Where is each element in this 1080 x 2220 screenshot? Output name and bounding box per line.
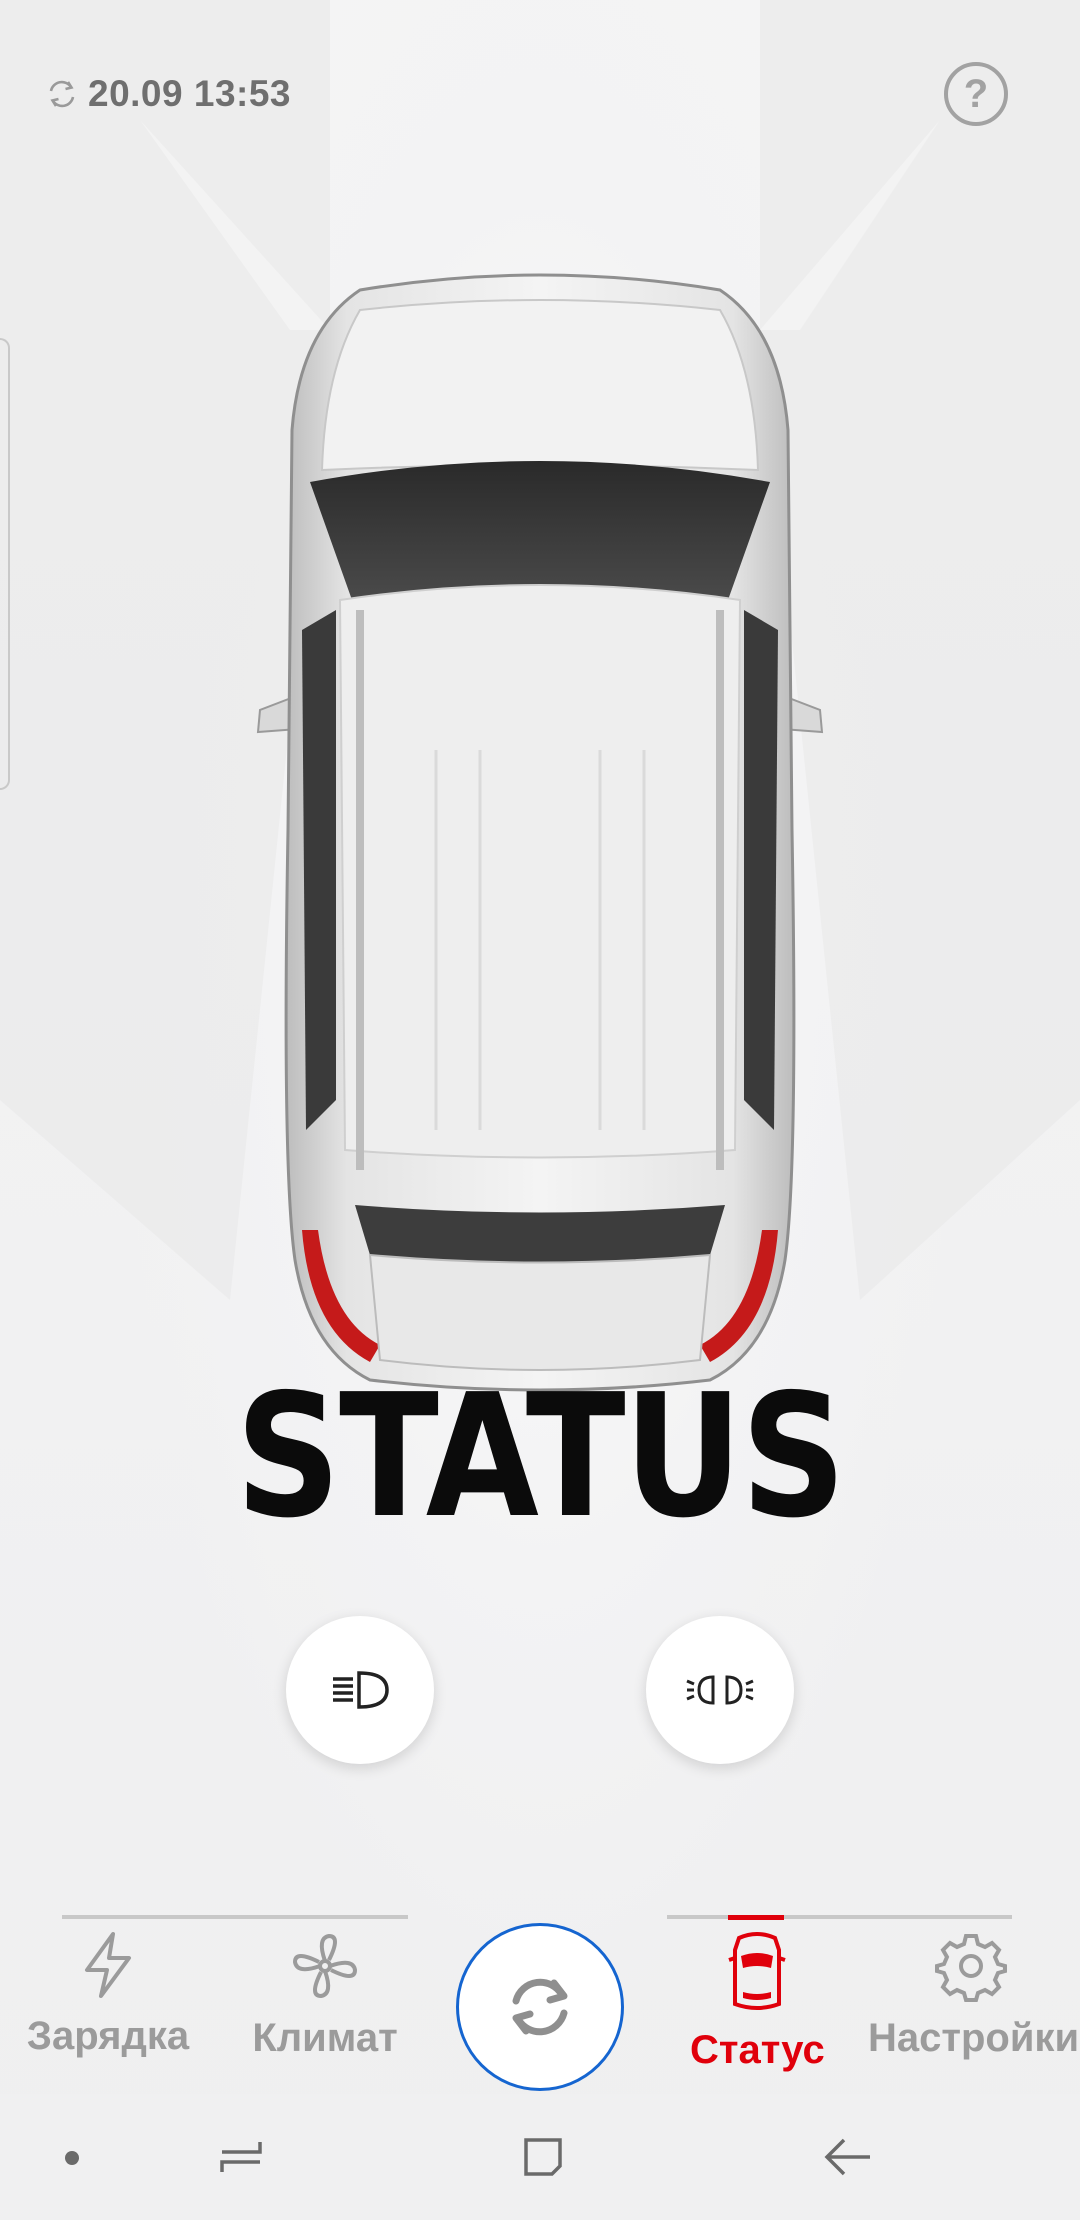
tab-climate[interactable]: Климат	[244, 1930, 406, 2061]
recent-apps-icon[interactable]	[216, 2132, 266, 2182]
side-lights-icon	[686, 1675, 754, 1705]
low-beam-headlight-icon	[333, 1671, 389, 1709]
home-icon[interactable]	[518, 2132, 568, 2182]
system-navigation-bar	[0, 2094, 1080, 2220]
sync-icon	[49, 80, 75, 108]
refresh-icon	[512, 1978, 568, 2036]
tab-charging-label: Зарядка	[26, 2014, 190, 2058]
tab-settings[interactable]: Настройки	[868, 1930, 1080, 2061]
tab-charging[interactable]: Зарядка	[24, 1930, 192, 2059]
status-title: STATUS	[235, 1358, 847, 1556]
side-drawer-handle[interactable]	[0, 338, 10, 790]
gear-icon	[935, 1934, 1007, 2002]
side-lights-button[interactable]	[646, 1616, 794, 1764]
lightning-icon	[85, 1932, 131, 1998]
tab-divider-right	[667, 1915, 1012, 1919]
last-sync: 20.09 13:53	[44, 66, 291, 122]
car-status-icon	[728, 1932, 786, 2010]
low-beam-button[interactable]	[286, 1616, 434, 1764]
help-icon: ?	[963, 71, 989, 116]
tab-divider-left	[62, 1915, 408, 1919]
active-tab-indicator	[728, 1915, 784, 1920]
help-button[interactable]: ?	[944, 62, 1008, 126]
tab-settings-label: Настройки	[868, 2016, 1080, 2060]
fan-icon	[292, 1933, 358, 1999]
refresh-button[interactable]	[456, 1923, 624, 2091]
tab-status-label: Статус	[690, 2028, 825, 2072]
back-icon[interactable]	[822, 2132, 874, 2182]
dot-icon[interactable]	[62, 2148, 82, 2168]
tab-status[interactable]: Статус	[690, 1930, 825, 2073]
tab-climate-label: Климат	[252, 2016, 398, 2060]
car-top-view-image	[256, 273, 824, 1392]
sync-timestamp: 20.09 13:53	[88, 73, 292, 114]
